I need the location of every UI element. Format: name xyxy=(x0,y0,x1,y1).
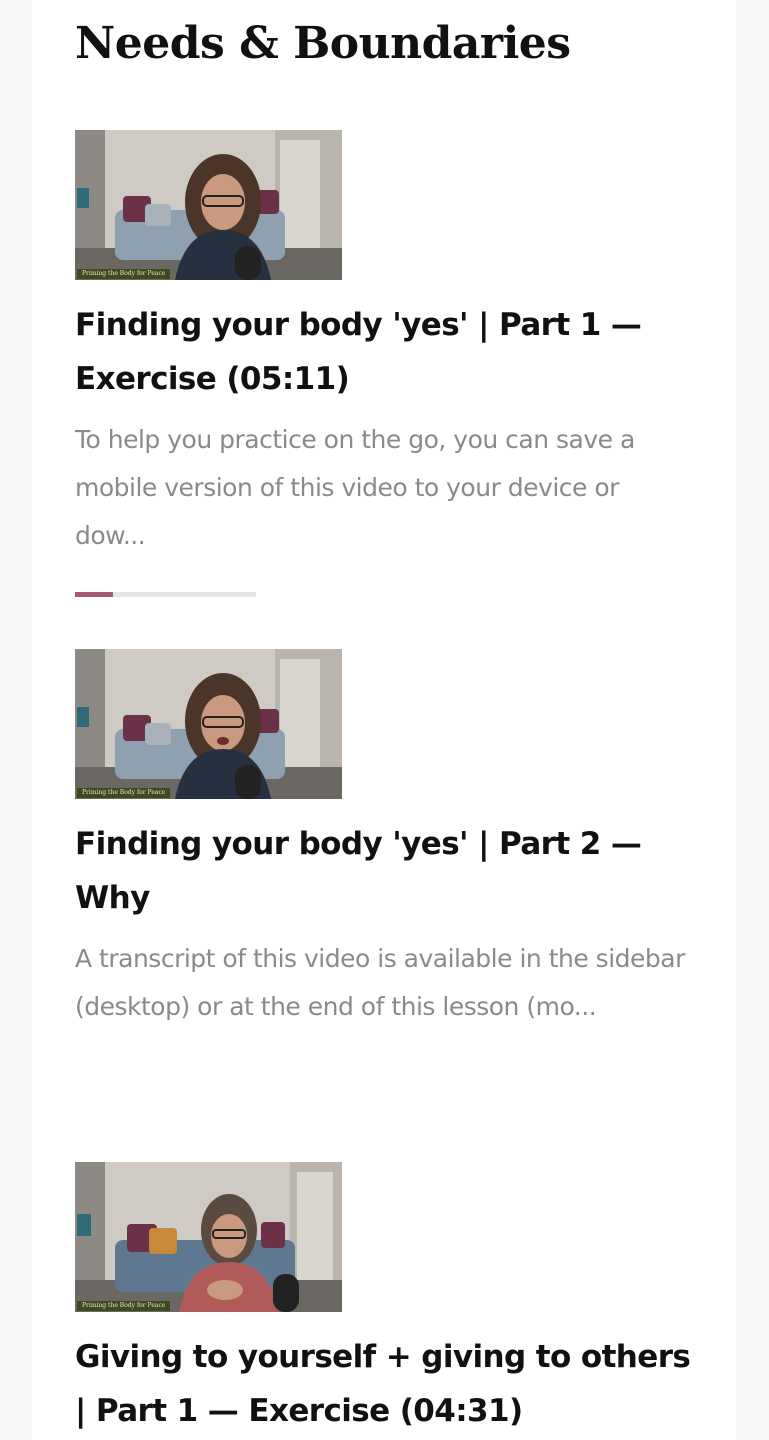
lesson-thumbnail[interactable]: Priming the Body for Peace xyxy=(75,1162,342,1312)
lesson-item-2[interactable]: Priming the Body for Peace Finding your … xyxy=(75,649,695,1031)
lesson-item-3[interactable]: Priming the Body for Peace Giving to you… xyxy=(75,1162,695,1438)
thumbnail-caption: Priming the Body for Peace xyxy=(77,788,171,798)
lesson-thumbnail[interactable]: Priming the Body for Peace xyxy=(75,130,342,280)
lesson-title[interactable]: Finding your body 'yes' | Part 2 — Why xyxy=(75,817,695,925)
lesson-thumbnail[interactable]: Priming the Body for Peace xyxy=(75,649,342,799)
lesson-description: A transcript of this video is available … xyxy=(75,944,685,1021)
course-section-card: Needs & Boundaries Priming the Body for … xyxy=(32,0,736,1440)
thumbnail-caption: Priming the Body for Peace xyxy=(77,269,171,279)
lesson-progress-fill xyxy=(75,592,113,597)
lesson-description: To help you practice on the go, you can … xyxy=(75,425,635,550)
lesson-progress-bar xyxy=(75,592,256,597)
thumbnail-caption: Priming the Body for Peace xyxy=(77,1301,171,1311)
lesson-title[interactable]: Finding your body 'yes' | Part 1 — Exerc… xyxy=(75,298,695,406)
video-thumbnail-image xyxy=(75,1162,342,1312)
lesson-item-1[interactable]: Priming the Body for Peace Finding your … xyxy=(75,130,695,560)
lesson-title[interactable]: Giving to yourself + giving to others | … xyxy=(75,1330,695,1438)
section-title: Needs & Boundaries xyxy=(75,18,571,69)
video-thumbnail-image xyxy=(75,649,342,799)
video-thumbnail-image xyxy=(75,130,342,280)
